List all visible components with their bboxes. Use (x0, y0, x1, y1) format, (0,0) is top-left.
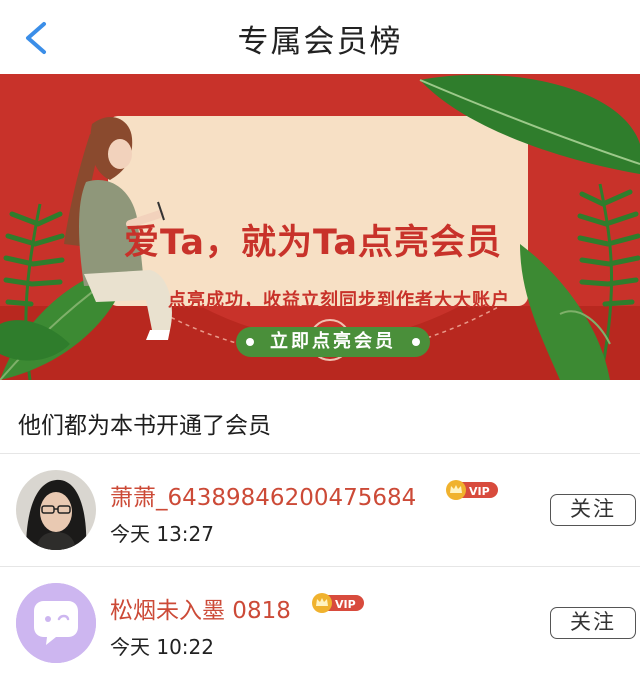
vip-badge-text: VIP (469, 485, 490, 498)
avatar[interactable] (16, 470, 96, 550)
follow-button[interactable]: 关注 (550, 494, 636, 526)
chat-bubble-icon (16, 583, 96, 663)
nav-header: 专属会员榜 (0, 0, 640, 74)
vip-badge-text: VIP (335, 598, 356, 611)
member-row[interactable]: 松烟未入墨 0818 VIP 今天 10:22 关注 (0, 567, 640, 677)
member-time: 今天 13:27 (110, 522, 214, 546)
activate-membership-button[interactable]: 立即点亮会员 (236, 327, 430, 357)
banner-headline: 爱Ta，就为Ta点亮会员 (124, 223, 502, 263)
follow-button[interactable]: 关注 (550, 607, 636, 639)
page-title: 专属会员榜 (237, 24, 403, 60)
section-title: 他们都为本书开通了会员 (18, 413, 271, 439)
member-time: 今天 10:22 (110, 635, 214, 659)
member-name[interactable]: 萧萧_64389846200475684 (110, 478, 416, 512)
avatar-photo (16, 470, 96, 550)
banner-subtitle: 点亮成功，收益立刻同步到作者大大账户 (168, 290, 510, 311)
member-row[interactable]: 萧萧_64389846200475684 VIP 今天 13:27 关注 (0, 454, 640, 566)
promo-banner[interactable]: 爱Ta，就为Ta点亮会员 点亮成功，收益立刻同步到作者大大账户 立即点亮会员 (0, 74, 640, 380)
vip-crown-icon: VIP (446, 480, 498, 500)
avatar[interactable] (16, 583, 96, 663)
member-name[interactable]: 松烟未入墨 0818 (110, 591, 291, 625)
vip-crown-icon: VIP (312, 593, 364, 613)
